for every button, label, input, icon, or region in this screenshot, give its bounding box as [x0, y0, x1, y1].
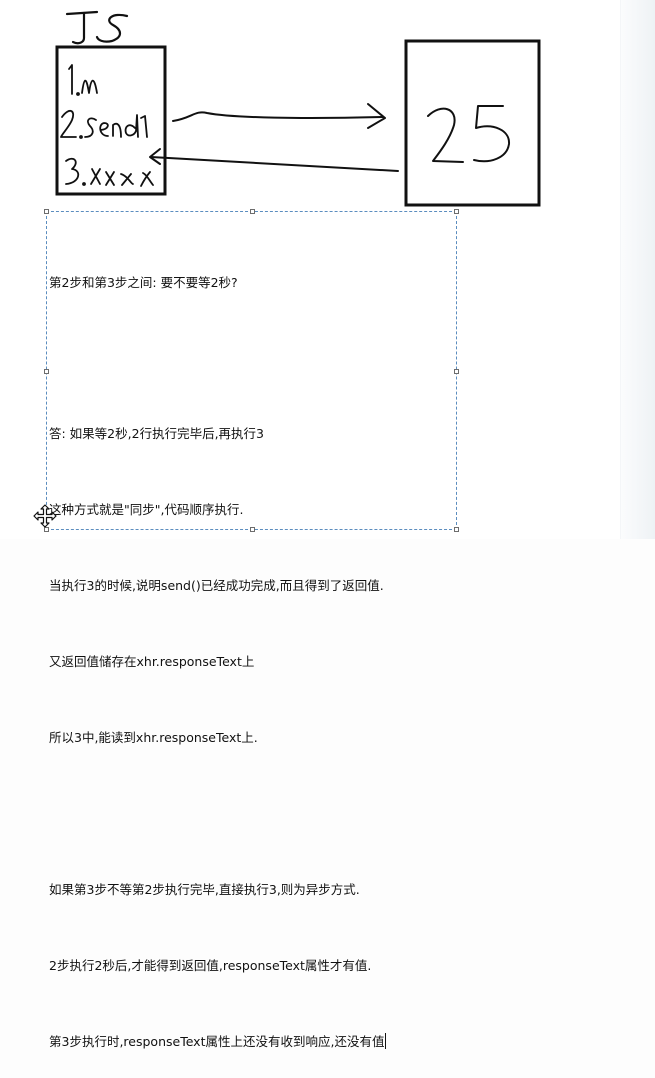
text-line: 如果第3步不等第2步执行完毕,直接执行3,则为异步方式.: [49, 881, 360, 897]
resize-handle-bottom-right[interactable]: [454, 527, 459, 532]
handwritten-steps: [60, 64, 154, 187]
text-cursor: [385, 1032, 387, 1049]
text-line: [49, 345, 453, 370]
text-content[interactable]: 第2步和第3步之间: 要不要等2秒? 答: 如果等2秒,2行执行完毕后,再执行3…: [49, 219, 453, 1078]
left-js-box: [55, 45, 167, 196]
move-cursor-icon: [33, 504, 57, 528]
text-line: [49, 801, 453, 826]
text-line: 这种方式就是"同步",代码顺序执行.: [49, 502, 244, 518]
text-line: 答: 如果等2秒,2行执行完毕后,再执行3: [49, 426, 264, 442]
resize-handle-top[interactable]: [250, 209, 255, 214]
resize-handle-top-right[interactable]: [454, 209, 459, 214]
response-arrow: [149, 148, 399, 172]
resize-handle-right[interactable]: [454, 369, 459, 374]
text-box[interactable]: 第2步和第3步之间: 要不要等2秒? 答: 如果等2秒,2行执行完毕后,再执行3…: [44, 209, 459, 1049]
text-line: 第2步和第3步之间: 要不要等2秒?: [49, 274, 238, 290]
text-line: 又返回值储存在xhr.responseText上: [49, 654, 255, 670]
text-line: 当执行3的时候,说明send()已经成功完成,而且得到了返回值.: [49, 578, 384, 594]
text-line: 第3步执行时,responseText属性上还没有收到响应,还没有值: [49, 1033, 385, 1049]
request-arrow: [172, 103, 386, 129]
handwritten-25: [427, 105, 511, 163]
text-line-with-cursor: 第3步执行时,responseText属性上还没有收到响应,还没有值: [49, 1029, 453, 1054]
text-line: 所以3中,能读到xhr.responseText上.: [49, 729, 258, 745]
right-box: [404, 39, 541, 207]
text-line: 2步执行2秒后,才能得到返回值,responseText属性才有值.: [49, 957, 372, 973]
resize-handle-top-left[interactable]: [44, 209, 49, 214]
handwritten-js-title: [65, 10, 129, 45]
